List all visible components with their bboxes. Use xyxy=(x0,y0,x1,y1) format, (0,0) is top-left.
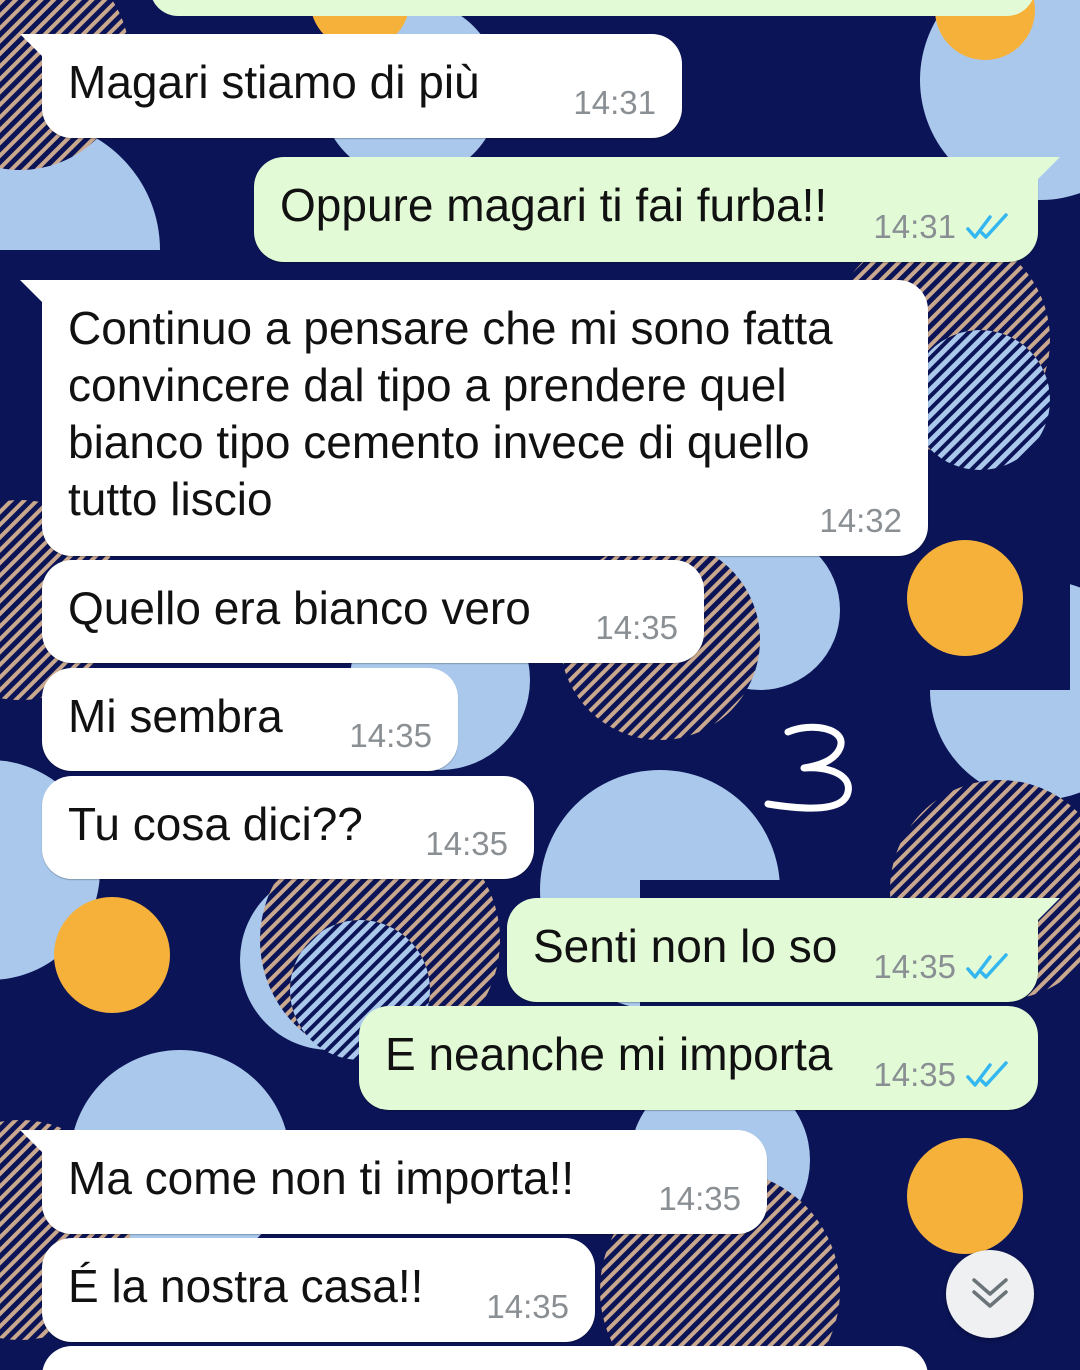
message-bubble-outgoing[interactable]: E neanche mi importa 14:35 xyxy=(359,1006,1038,1110)
message-text: Magari stiamo di più xyxy=(68,56,480,108)
message-time: 14:35 xyxy=(658,1180,741,1217)
message-time: 14:32 xyxy=(819,502,902,539)
message-text: Ma come non ti importa!! xyxy=(68,1152,575,1204)
message-meta: 14:35 xyxy=(595,609,678,647)
message-text: Continuo a pensare che mi sono fatta con… xyxy=(68,302,833,525)
message-text: Quello era bianco vero xyxy=(68,582,531,634)
read-receipt-icon xyxy=(966,213,1008,239)
message-meta: 14:31 xyxy=(573,84,656,122)
message-meta: 14:35 xyxy=(873,1056,1012,1094)
message-meta: 14:31 xyxy=(873,208,1012,246)
message-bubble-incoming[interactable]: Magari stiamo di più 14:31 xyxy=(20,34,682,138)
message-bubble-incoming[interactable]: Tu cosa dici?? 14:35 xyxy=(42,776,534,879)
handwritten-annotation xyxy=(764,723,852,812)
message-bubble-incoming[interactable]: Quello era bianco vero 14:35 xyxy=(42,560,704,663)
message-meta: 14:35 xyxy=(425,825,508,863)
message-meta: 14:35 xyxy=(349,717,432,755)
message-meta: 14:32 xyxy=(819,502,902,540)
read-receipt-icon xyxy=(966,953,1008,979)
message-time: 14:35 xyxy=(486,1288,569,1325)
bubble-tail xyxy=(20,280,42,302)
message-time: 14:35 xyxy=(595,609,678,646)
scroll-to-bottom-button[interactable] xyxy=(946,1250,1034,1338)
message-time: 14:35 xyxy=(873,948,956,985)
read-receipt-icon xyxy=(966,1061,1008,1087)
message-bubble-outgoing[interactable]: Senti non lo so 14:35 xyxy=(507,898,1060,1002)
bubble-tail xyxy=(1038,157,1060,179)
bubble-tail xyxy=(1038,898,1060,920)
message-time: 14:35 xyxy=(873,1056,956,1093)
message-bubble-incoming[interactable]: Continuo a pensare che mi sono fatta con… xyxy=(20,280,928,556)
message-time: 14:35 xyxy=(425,825,508,862)
message-time: 14:31 xyxy=(573,84,656,121)
message-bubble-incoming[interactable]: Ma come non ti importa!! 14:35 xyxy=(20,1130,767,1234)
message-time: 14:31 xyxy=(873,208,956,245)
message-bubble-incoming[interactable]: Mi sembra 14:35 xyxy=(42,668,458,771)
message-meta: 14:35 xyxy=(658,1180,741,1218)
message-bubble-outgoing[interactable]: Oppure magari ti fai furba!! 14:31 xyxy=(254,157,1060,262)
double-chevron-down-icon xyxy=(972,1278,1008,1308)
bubble-tail xyxy=(20,1130,42,1152)
message-meta: 14:35 xyxy=(873,948,1012,986)
bubble-tail xyxy=(20,34,42,56)
message-meta: 14:35 xyxy=(486,1288,569,1326)
message-time: 14:35 xyxy=(349,717,432,754)
message-bubble-incoming[interactable]: É la nostra casa!! 14:35 xyxy=(42,1238,595,1342)
